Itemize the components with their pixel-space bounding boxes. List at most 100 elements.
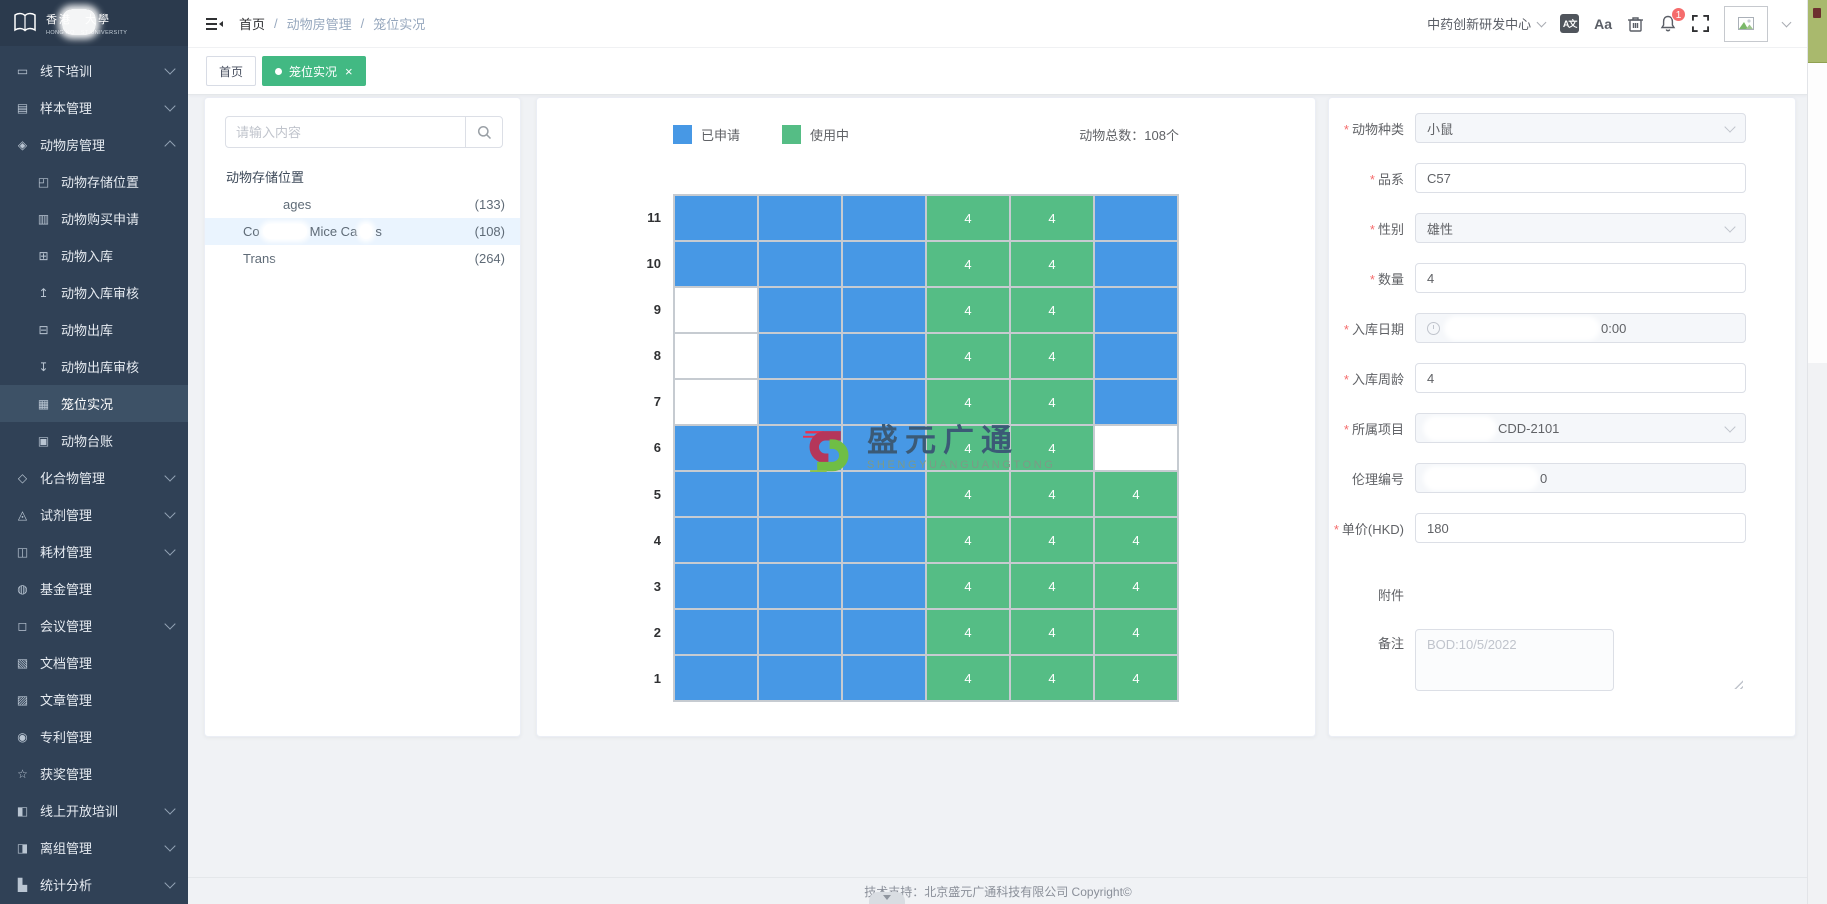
sidebar-item-outbound-audit[interactable]: ↧ 动物出库审核 — [0, 348, 188, 385]
cage-cell-empty[interactable] — [675, 380, 757, 424]
fullscreen-icon[interactable] — [1692, 15, 1709, 32]
search-button[interactable] — [465, 117, 502, 147]
sidebar-item-offline-training[interactable]: ▭ 线下培训 — [0, 52, 188, 89]
field-project[interactable]: CDD-2101 — [1415, 413, 1746, 443]
cage-cell-in-use[interactable]: 4 — [927, 334, 1009, 378]
cage-cell-in-use[interactable]: 4 — [927, 472, 1009, 516]
tab-cage-status[interactable]: 笼位实况 × — [262, 56, 366, 86]
cage-cell-applied[interactable] — [843, 380, 925, 424]
avatar[interactable] — [1724, 6, 1768, 42]
cage-cell-applied[interactable] — [759, 564, 841, 608]
sidebar-item-compound[interactable]: ◇ 化合物管理 — [0, 459, 188, 496]
remark-textarea[interactable] — [1415, 629, 1614, 691]
cage-cell-applied[interactable] — [843, 564, 925, 608]
sidebar-item-reagent[interactable]: ◬ 试剂管理 — [0, 496, 188, 533]
cage-cell-in-use[interactable]: 4 — [927, 288, 1009, 332]
avatar-caret-icon[interactable] — [1782, 17, 1792, 27]
sidebar-item-award[interactable]: ☆ 获奖管理 — [0, 755, 188, 792]
cage-cell-applied[interactable] — [1095, 242, 1177, 286]
cage-cell-in-use[interactable]: 4 — [1011, 472, 1093, 516]
cage-cell-empty[interactable] — [1095, 426, 1177, 470]
sidebar-item-online-training[interactable]: ◧ 线上开放培训 — [0, 792, 188, 829]
tab-home[interactable]: 首页 — [206, 56, 256, 86]
sidebar-item-inbound-audit[interactable]: ↥ 动物入库审核 — [0, 274, 188, 311]
sidebar-item-group[interactable]: ◨ 离组管理 — [0, 829, 188, 866]
trash-icon[interactable] — [1627, 15, 1644, 33]
cage-cell-applied[interactable] — [675, 472, 757, 516]
close-tab-icon[interactable]: × — [345, 65, 353, 78]
sidebar-item-animal-inbound[interactable]: ⊞ 动物入库 — [0, 237, 188, 274]
cage-cell-applied[interactable] — [675, 196, 757, 240]
cage-cell-applied[interactable] — [843, 656, 925, 700]
cage-cell-in-use[interactable]: 4 — [1095, 564, 1177, 608]
sidebar-item-meeting[interactable]: ◻ 会议管理 — [0, 607, 188, 644]
sidebar-item-animal-outbound[interactable]: ⊟ 动物出库 — [0, 311, 188, 348]
tree-parent-node[interactable]: 动物存储位置 — [205, 164, 520, 191]
field-unit-price[interactable]: 180 — [1415, 513, 1746, 543]
collapse-sidebar-icon[interactable] — [206, 17, 223, 31]
cage-cell-applied[interactable] — [759, 426, 841, 470]
field-strain[interactable]: C57 — [1415, 163, 1746, 193]
cage-cell-in-use[interactable]: 4 — [1011, 242, 1093, 286]
cage-cell-applied[interactable] — [759, 242, 841, 286]
cage-cell-in-use[interactable]: 4 — [1011, 334, 1093, 378]
cage-cell-applied[interactable] — [1095, 288, 1177, 332]
sidebar-item-storage-location[interactable]: ◰ 动物存储位置 — [0, 163, 188, 200]
translate-icon[interactable]: A文 — [1560, 14, 1579, 33]
tree-item-transgenic-cages[interactable]: Trans (264) — [205, 245, 520, 272]
breadcrumb-home[interactable]: 首页 — [239, 14, 265, 33]
field-inbound-date[interactable]: 0:00 — [1415, 313, 1746, 343]
field-sex[interactable]: 雄性 — [1415, 213, 1746, 243]
sidebar-item-cage-status[interactable]: ▦ 笼位实况 — [0, 385, 188, 422]
org-switcher[interactable]: 中药创新研发中心 — [1427, 14, 1545, 33]
cage-cell-in-use[interactable]: 4 — [927, 380, 1009, 424]
cage-cell-in-use[interactable]: 4 — [927, 426, 1009, 470]
cage-cell-applied[interactable] — [1095, 380, 1177, 424]
cage-cell-applied[interactable] — [843, 242, 925, 286]
cage-cell-empty[interactable] — [675, 334, 757, 378]
cage-cell-applied[interactable] — [675, 564, 757, 608]
cage-cell-in-use[interactable]: 4 — [927, 242, 1009, 286]
cage-cell-applied[interactable] — [843, 426, 925, 470]
field-quantity[interactable]: 4 — [1415, 263, 1746, 293]
cage-cell-applied[interactable] — [759, 518, 841, 562]
cage-cell-applied[interactable] — [759, 472, 841, 516]
sidebar-item-animal-room[interactable]: ◈ 动物房管理 — [0, 126, 188, 163]
cage-cell-in-use[interactable]: 4 — [1011, 564, 1093, 608]
sidebar-item-sample-management[interactable]: ▤ 样本管理 — [0, 89, 188, 126]
cage-cell-in-use[interactable]: 4 — [927, 196, 1009, 240]
cage-cell-in-use[interactable]: 4 — [927, 518, 1009, 562]
cage-cell-in-use[interactable]: 4 — [1095, 518, 1177, 562]
sidebar-item-document[interactable]: ▧ 文档管理 — [0, 644, 188, 681]
breadcrumb-cage-status[interactable]: 笼位实况 — [373, 14, 425, 33]
field-ethics-number[interactable]: 0 — [1415, 463, 1746, 493]
cage-cell-in-use[interactable]: 4 — [1011, 288, 1093, 332]
cage-cell-applied[interactable] — [759, 380, 841, 424]
cage-cell-applied[interactable] — [843, 196, 925, 240]
cage-cell-applied[interactable] — [843, 288, 925, 332]
cage-cell-applied[interactable] — [1095, 196, 1177, 240]
field-inbound-age-weeks[interactable]: 4 — [1415, 363, 1746, 393]
cage-cell-applied[interactable] — [759, 610, 841, 654]
extension-block[interactable] — [1808, 0, 1827, 63]
tree-item-cages[interactable]: ages (133) — [205, 191, 520, 218]
cage-cell-in-use[interactable]: 4 — [1011, 196, 1093, 240]
sidebar-item-statistics[interactable]: ▙ 统计分析 — [0, 866, 188, 903]
cage-cell-applied[interactable] — [843, 334, 925, 378]
sidebar-item-animal-ledger[interactable]: ▣ 动物台账 — [0, 422, 188, 459]
browser-side-strip[interactable] — [1807, 0, 1827, 904]
collapse-footer-handle[interactable] — [869, 892, 905, 904]
cage-cell-applied[interactable] — [843, 610, 925, 654]
cage-cell-applied[interactable] — [843, 472, 925, 516]
tree-item-conventional-mice-cages[interactable]: Co Mice Ca s (108) — [205, 218, 520, 245]
cage-cell-applied[interactable] — [843, 518, 925, 562]
cage-cell-applied[interactable] — [759, 196, 841, 240]
cage-cell-applied[interactable] — [675, 242, 757, 286]
cage-cell-in-use[interactable]: 4 — [1095, 656, 1177, 700]
sidebar-item-purchase-request[interactable]: ▥ 动物购买申请 — [0, 200, 188, 237]
cage-cell-in-use[interactable]: 4 — [927, 564, 1009, 608]
cage-cell-applied[interactable] — [759, 288, 841, 332]
cage-cell-applied[interactable] — [759, 334, 841, 378]
breadcrumb-animal-room[interactable]: 动物房管理 — [287, 14, 352, 33]
search-input[interactable] — [226, 117, 465, 147]
